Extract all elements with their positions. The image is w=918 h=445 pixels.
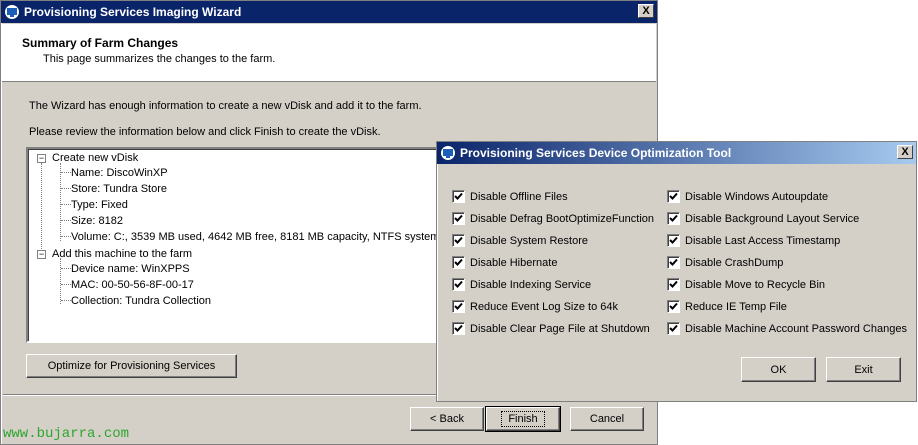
checkbox-icon[interactable] bbox=[452, 190, 465, 203]
close-icon: X bbox=[642, 5, 650, 17]
checkbox-icon[interactable] bbox=[667, 278, 680, 291]
tree-leaf[interactable]: Store: Tundra Store bbox=[71, 183, 167, 195]
cancel-button[interactable]: Cancel bbox=[570, 407, 644, 431]
checkbox-icon[interactable] bbox=[452, 234, 465, 247]
option-label: Disable Hibernate bbox=[470, 256, 558, 269]
tool-titlebar[interactable]: Provisioning Services Device Optimizatio… bbox=[437, 142, 916, 164]
intro-text: The Wizard has enough information to cre… bbox=[29, 100, 422, 112]
option-label: Reduce Event Log Size to 64k bbox=[470, 300, 618, 313]
optimize-button[interactable]: Optimize for Provisioning Services bbox=[26, 354, 237, 378]
collapse-vdisk-icon[interactable]: − bbox=[37, 154, 46, 163]
tree-leaf[interactable]: Name: DiscoWinXP bbox=[71, 167, 168, 179]
app-icon bbox=[441, 146, 455, 160]
back-button[interactable]: < Back bbox=[410, 407, 484, 431]
option-label: Disable Machine Account Password Changes bbox=[685, 322, 907, 335]
checkbox-icon[interactable] bbox=[667, 212, 680, 225]
wizard-close-button[interactable]: X bbox=[638, 4, 654, 18]
app-icon bbox=[5, 5, 19, 19]
collapse-machine-icon[interactable]: − bbox=[37, 250, 46, 259]
checkbox-icon[interactable] bbox=[452, 300, 465, 313]
optimization-tool-window: Provisioning Services Device Optimizatio… bbox=[436, 141, 917, 402]
option-checkbox[interactable]: Disable Machine Account Password Changes bbox=[667, 322, 907, 335]
option-checkbox[interactable]: Disable Windows Autoupdate bbox=[667, 190, 828, 203]
optimize-button-label: Optimize for Provisioning Services bbox=[47, 360, 216, 372]
tree-leaf[interactable]: Volume: C:, 3539 MB used, 4642 MB free, … bbox=[71, 231, 439, 243]
checkbox-icon[interactable] bbox=[667, 234, 680, 247]
checkbox-icon[interactable] bbox=[452, 322, 465, 335]
exit-button-label: Exit bbox=[854, 363, 873, 376]
option-checkbox[interactable]: Disable Defrag BootOptimizeFunction bbox=[452, 212, 654, 225]
checkbox-icon[interactable] bbox=[452, 212, 465, 225]
option-label: Reduce IE Temp File bbox=[685, 300, 787, 313]
close-icon: X bbox=[901, 146, 909, 158]
cancel-button-label: Cancel bbox=[589, 413, 625, 425]
option-label: Disable Indexing Service bbox=[470, 278, 592, 291]
finish-button-label: Finish bbox=[501, 411, 545, 427]
option-label: Disable Offline Files bbox=[470, 190, 568, 203]
checkbox-icon[interactable] bbox=[667, 256, 680, 269]
option-checkbox[interactable]: Disable Hibernate bbox=[452, 256, 557, 269]
option-checkbox[interactable]: Disable Move to Recycle Bin bbox=[667, 278, 825, 291]
ok-button[interactable]: OK bbox=[741, 357, 816, 382]
option-label: Disable Last Access Timestamp bbox=[685, 234, 841, 247]
finish-button[interactable]: Finish bbox=[485, 406, 561, 432]
checkbox-icon[interactable] bbox=[667, 322, 680, 335]
checkbox-icon[interactable] bbox=[452, 278, 465, 291]
option-checkbox[interactable]: Reduce Event Log Size to 64k bbox=[452, 300, 618, 313]
page-title: Summary of Farm Changes bbox=[22, 36, 179, 50]
option-label: Disable System Restore bbox=[470, 234, 588, 247]
option-label: Disable Move to Recycle Bin bbox=[685, 278, 826, 291]
option-label: Disable Windows Autoupdate bbox=[685, 190, 829, 203]
option-checkbox[interactable]: Disable System Restore bbox=[452, 234, 588, 247]
option-label: Disable CrashDump bbox=[685, 256, 784, 269]
review-text: Please review the information below and … bbox=[29, 126, 381, 138]
tool-close-button[interactable]: X bbox=[897, 145, 913, 159]
tree-leaf[interactable]: MAC: 00-50-56-8F-00-17 bbox=[71, 279, 194, 291]
tree-leaf[interactable]: Type: Fixed bbox=[71, 199, 128, 211]
option-label: Disable Background Layout Service bbox=[685, 212, 860, 225]
wizard-header: Summary of Farm Changes This page summar… bbox=[2, 24, 656, 82]
ok-button-label: OK bbox=[770, 363, 787, 376]
checkbox-icon[interactable] bbox=[667, 300, 680, 313]
page-subtitle: This page summarizes the changes to the … bbox=[43, 53, 276, 65]
option-checkbox[interactable]: Disable Background Layout Service bbox=[667, 212, 859, 225]
tree-leaf[interactable]: Size: 8182 bbox=[71, 215, 123, 227]
option-checkbox[interactable]: Disable Offline Files bbox=[452, 190, 568, 203]
exit-button[interactable]: Exit bbox=[826, 357, 901, 382]
tree-node-vdisk[interactable]: Create new vDisk bbox=[52, 152, 138, 164]
option-label: Disable Defrag BootOptimizeFunction bbox=[470, 212, 655, 225]
checkbox-icon[interactable] bbox=[667, 190, 680, 203]
option-checkbox[interactable]: Disable Indexing Service bbox=[452, 278, 591, 291]
option-label: Disable Clear Page File at Shutdown bbox=[470, 322, 650, 335]
tree-leaf[interactable]: Collection: Tundra Collection bbox=[71, 295, 211, 307]
tree-node-machine[interactable]: Add this machine to the farm bbox=[52, 248, 192, 260]
tree-leaf[interactable]: Device name: WinXPPS bbox=[71, 263, 190, 275]
tool-title: Provisioning Services Device Optimizatio… bbox=[460, 146, 732, 160]
back-button-label: < Back bbox=[430, 413, 464, 425]
watermark: www.bujarra.com bbox=[3, 426, 130, 442]
option-checkbox[interactable]: Reduce IE Temp File bbox=[667, 300, 787, 313]
option-checkbox[interactable]: Disable Clear Page File at Shutdown bbox=[452, 322, 650, 335]
option-checkbox[interactable]: Disable Last Access Timestamp bbox=[667, 234, 840, 247]
wizard-titlebar[interactable]: Provisioning Services Imaging Wizard X bbox=[1, 1, 657, 23]
option-checkbox[interactable]: Disable CrashDump bbox=[667, 256, 783, 269]
wizard-title: Provisioning Services Imaging Wizard bbox=[24, 5, 242, 19]
checkbox-icon[interactable] bbox=[452, 256, 465, 269]
